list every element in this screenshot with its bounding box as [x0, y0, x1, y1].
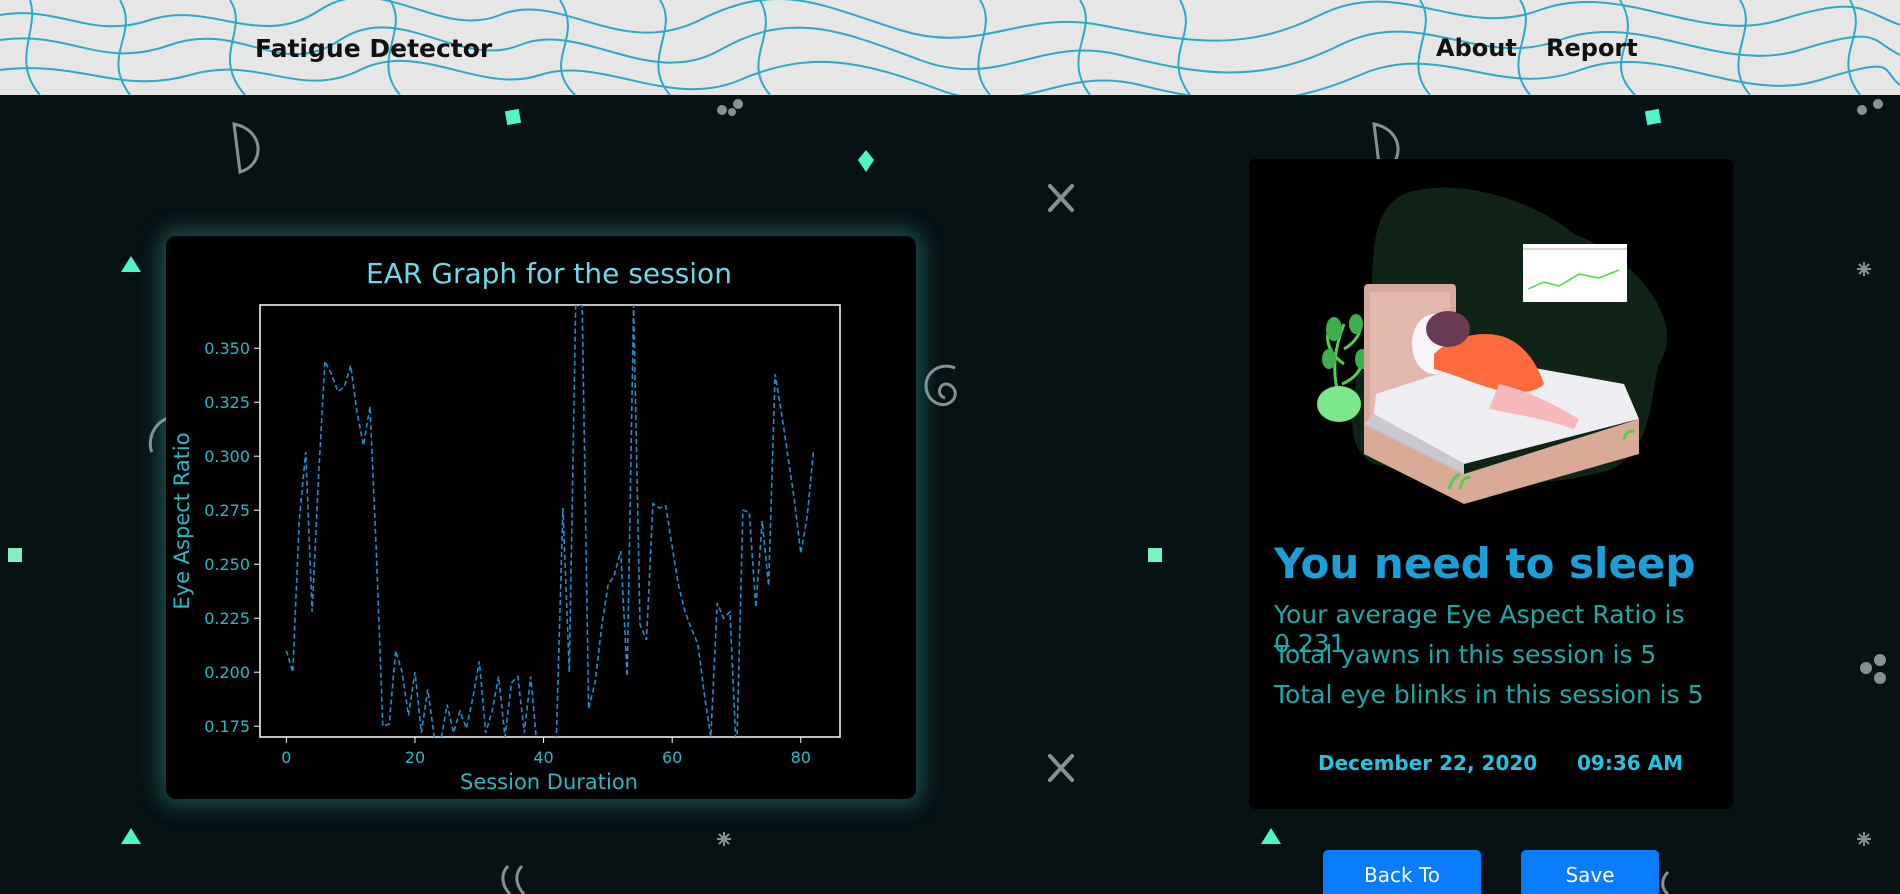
sparkle-icon: [1857, 262, 1871, 276]
chart-y-axis-label: Eye Aspect Ratio: [170, 432, 194, 609]
dots-icon: [1860, 654, 1886, 684]
ear-chart-card: EAR Graph for the session Session Durati…: [166, 236, 916, 799]
ear-line-chart: EAR Graph for the session Session Durati…: [170, 257, 841, 794]
quote-icon: [501, 864, 526, 894]
y-tick-label: 0.225: [204, 609, 250, 628]
x-tick-label: 40: [533, 748, 553, 767]
chart-title: EAR Graph for the session: [366, 257, 732, 290]
teal-diamond-icon: [858, 150, 874, 172]
y-tick-label: 0.300: [204, 447, 250, 466]
sparkle-icon: [1857, 832, 1871, 846]
teal-square-icon: [1644, 108, 1662, 126]
woman-sleeping-in-bed-illustration: [1317, 187, 1668, 504]
x-tick-label: 60: [662, 748, 682, 767]
x-tick-label: 20: [405, 748, 425, 767]
dots-icon: [717, 99, 743, 116]
report-date: December 22, 2020: [1318, 751, 1538, 775]
nav-link-about[interactable]: About: [1436, 34, 1517, 62]
half-circle-icon: [232, 122, 260, 174]
y-tick-label: 0.275: [204, 501, 250, 520]
y-tick-label: 0.200: [204, 663, 250, 682]
back-to-home-button[interactable]: Back To Home: [1323, 850, 1481, 894]
chart-plot-area: [259, 304, 841, 738]
yawns-text: Total yawns in this session is 5: [1274, 640, 1657, 669]
teal-triangle-icon: [121, 828, 141, 844]
save-report-button[interactable]: Save Report: [1521, 850, 1659, 894]
teal-square-icon: [8, 548, 22, 562]
blinks-text: Total eye blinks in this session is 5: [1274, 680, 1704, 709]
quote-icon: [1661, 870, 1670, 894]
dots-icon: [1857, 99, 1883, 115]
teal-square-icon: [504, 108, 522, 126]
verdict-heading: You need to sleep: [1274, 539, 1696, 588]
report-time: 09:36 AM: [1577, 751, 1684, 775]
brand-title[interactable]: Fatigue Detector: [255, 34, 492, 63]
x-icon: [1048, 754, 1074, 782]
navbar: Fatigue Detector About Report: [0, 0, 1900, 95]
y-tick-label: 0.350: [204, 339, 250, 358]
nav-link-report[interactable]: Report: [1546, 34, 1638, 62]
teal-triangle-icon: [1261, 828, 1281, 844]
x-tick-label: 80: [791, 748, 811, 767]
x-icon: [1048, 184, 1074, 212]
report-card: You need to sleep Your average Eye Aspec…: [1249, 159, 1733, 809]
chart-x-axis-label: Session Duration: [460, 770, 638, 794]
y-tick-label: 0.325: [204, 393, 250, 412]
swirl-icon: [924, 364, 957, 406]
sparkle-icon: [717, 832, 731, 846]
y-tick-label: 0.250: [204, 555, 250, 574]
teal-square-icon: [1148, 548, 1162, 562]
woman-head: [1426, 311, 1470, 347]
y-tick-label: 0.175: [204, 717, 250, 736]
x-tick-label: 0: [281, 748, 291, 767]
teal-triangle-icon: [121, 256, 141, 272]
